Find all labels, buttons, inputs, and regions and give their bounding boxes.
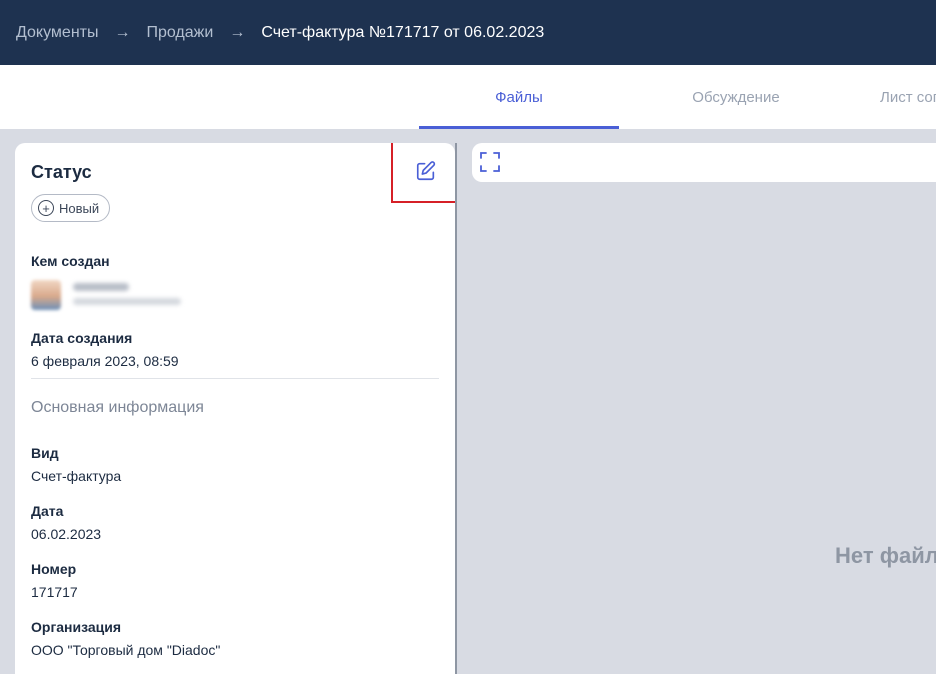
status-badge-label: Новый: [59, 200, 100, 216]
plus-circle-icon: +: [38, 200, 54, 216]
tab-bar: Файлы Обсуждение Лист согласования: [0, 65, 936, 129]
author-position-redacted: [73, 298, 181, 305]
field-organization-value: ООО "Торговый дом "Diadoc": [31, 642, 221, 658]
field-date-label: Дата: [31, 503, 64, 519]
tab-discussion[interactable]: Обсуждение: [636, 65, 836, 129]
field-type-value: Счет-фактура: [31, 468, 122, 484]
author-name-redacted: [73, 283, 129, 291]
field-organization-label: Организация: [31, 619, 122, 635]
section-divider: [31, 378, 439, 379]
status-title: Статус: [31, 162, 92, 182]
panel-resize-handle[interactable]: [455, 143, 457, 674]
created-by-label: Кем создан: [31, 253, 110, 269]
tab-files[interactable]: Файлы: [419, 65, 619, 129]
status-badge[interactable]: + Новый: [31, 194, 111, 222]
breadcrumb-documents[interactable]: Документы: [16, 24, 98, 42]
empty-state-text: Нет файлов: [835, 543, 936, 568]
breadcrumb-arrow-icon: →: [114, 23, 131, 41]
breadcrumb-sales[interactable]: Продажи: [146, 24, 213, 42]
created-at-label: Дата создания: [31, 330, 133, 346]
field-number-label: Номер: [31, 561, 77, 577]
edit-icon: [416, 161, 436, 181]
breadcrumb-arrow-icon: →: [229, 23, 246, 41]
main-info-title: Основная информация: [31, 399, 204, 416]
fullscreen-icon[interactable]: [480, 152, 500, 172]
field-date-value: 06.02.2023: [31, 526, 102, 542]
avatar: [31, 280, 61, 310]
edit-status-button[interactable]: [391, 143, 455, 203]
tab-approval-sheet[interactable]: Лист согласования: [880, 65, 936, 129]
breadcrumb-current: Счет-фактура №171717 от 06.02.2023: [261, 23, 545, 41]
field-type-label: Вид: [31, 445, 59, 461]
created-at-value: 6 февраля 2023, 08:59: [31, 353, 179, 369]
viewer-toolbar: [472, 143, 936, 182]
document-info-panel: Статус + Новый Кем создан Дата создания …: [15, 143, 455, 674]
field-number-value: 171717: [31, 584, 78, 600]
top-bar: Документы → Продажи → Счет-фактура №1717…: [0, 0, 936, 65]
